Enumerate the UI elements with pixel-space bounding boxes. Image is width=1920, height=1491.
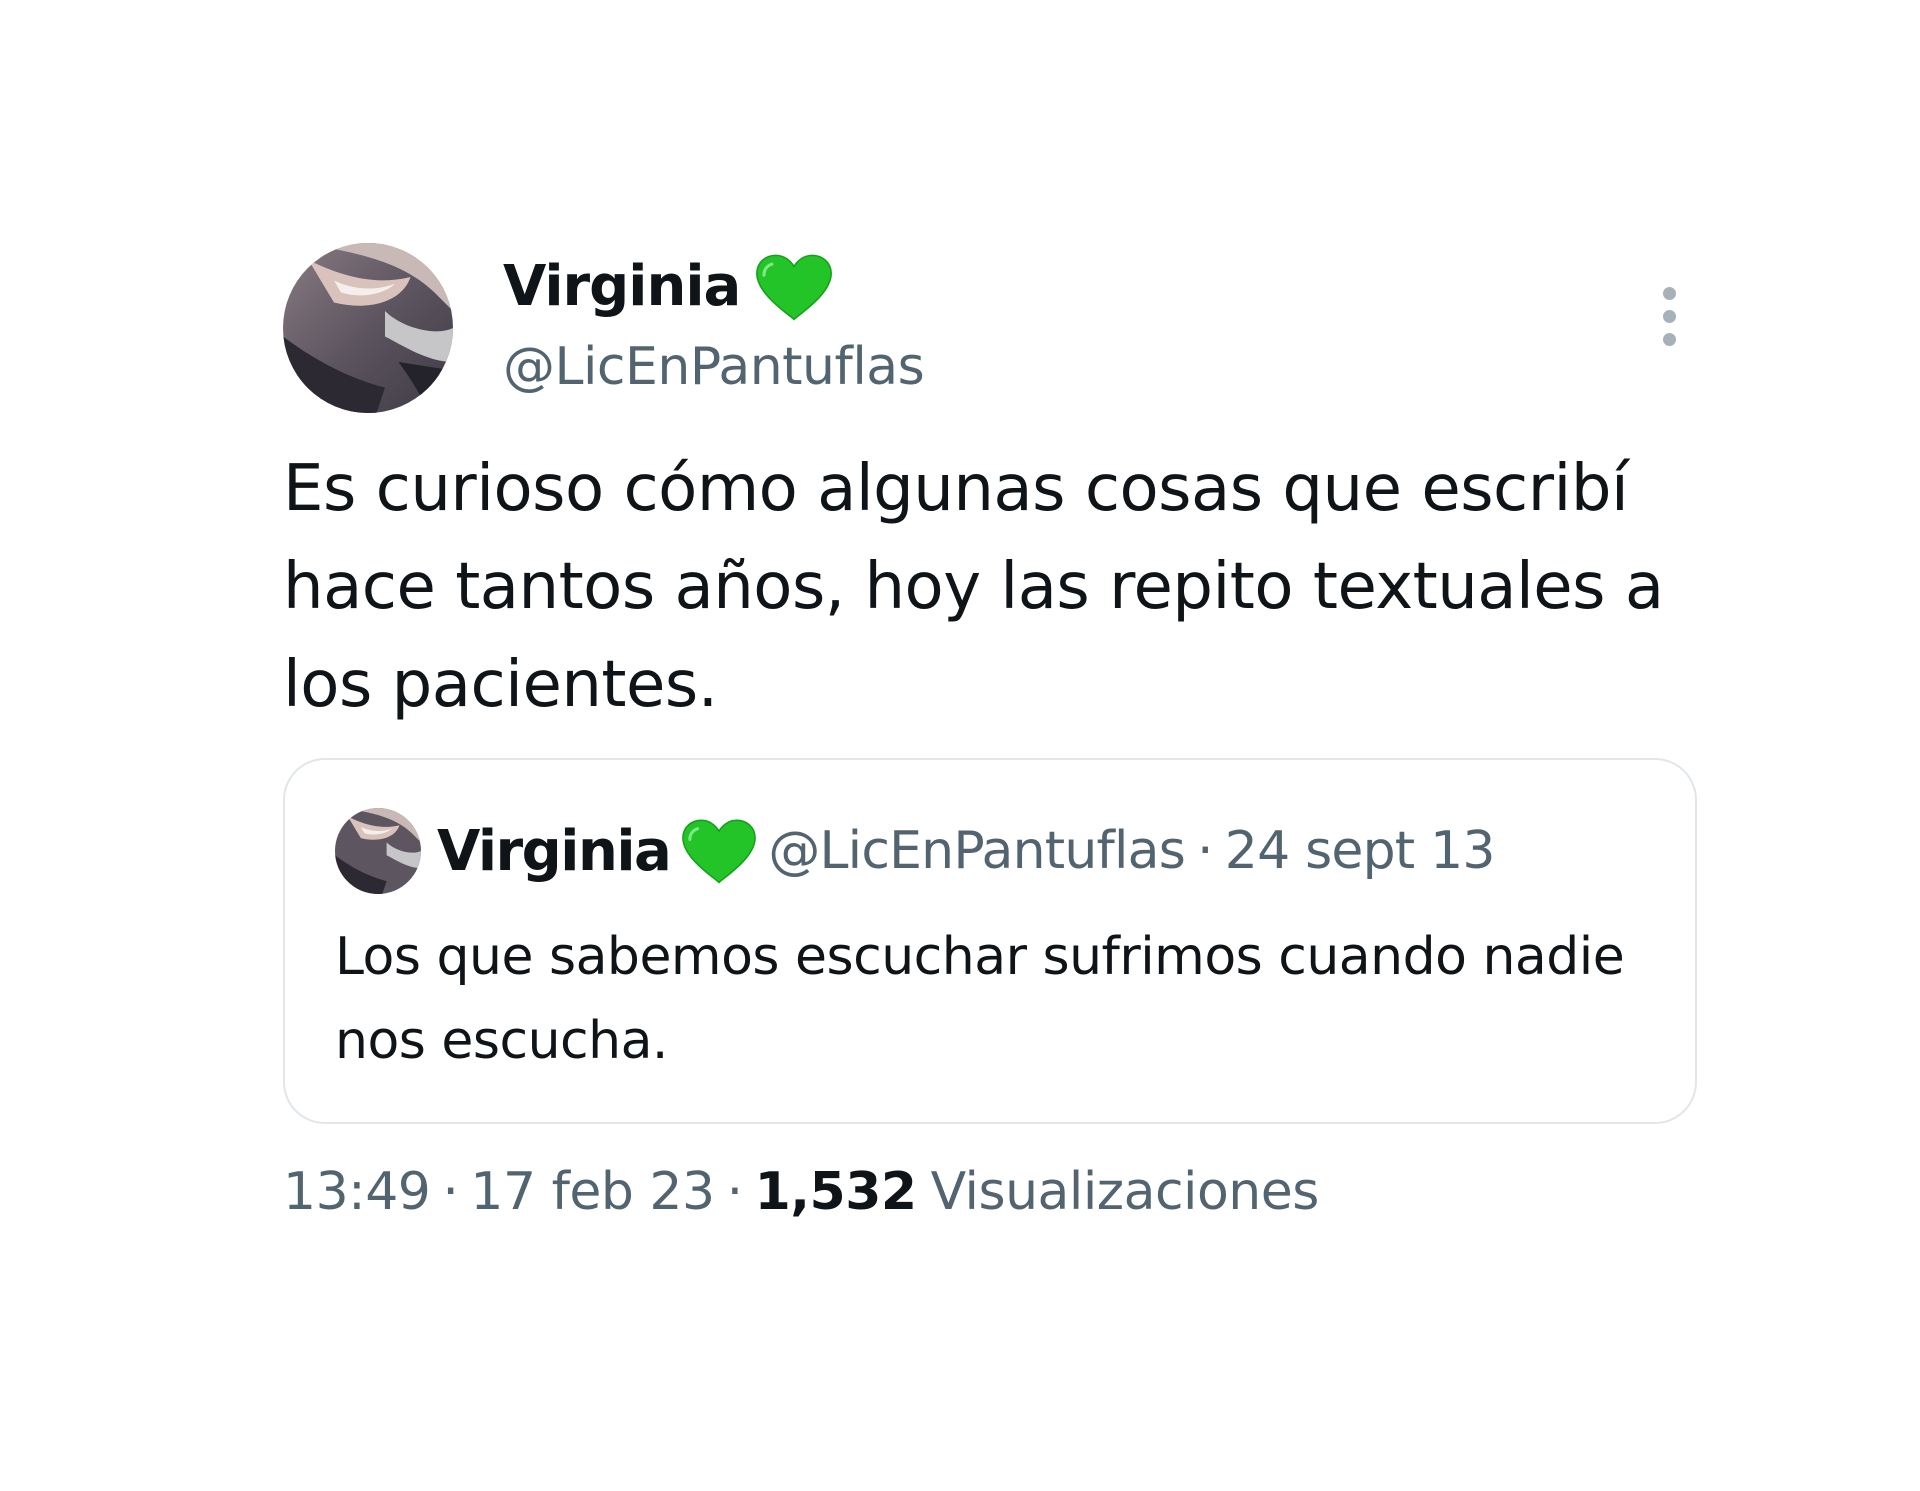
tweet-time[interactable]: 13:49 — [283, 1162, 431, 1222]
avatar[interactable] — [283, 243, 453, 413]
tweet: Virginia @LicEnPantuflas Es curioso cómo… — [283, 243, 1703, 1222]
views-count[interactable]: 1,532 — [755, 1162, 917, 1222]
author-display-name[interactable]: Virginia — [503, 253, 741, 321]
quoted-avatar-image — [335, 808, 421, 894]
green-heart-icon — [682, 819, 757, 884]
tweet-header: Virginia @LicEnPantuflas — [283, 243, 1703, 418]
views-label[interactable]: Visualizaciones — [931, 1162, 1320, 1222]
green-heart-icon — [756, 254, 833, 321]
quoted-avatar — [335, 808, 421, 894]
separator-dot: · — [1197, 821, 1214, 881]
tweet-date[interactable]: 17 feb 23 — [470, 1162, 715, 1222]
tweet-text: Es curioso cómo algunas cosas que escrib… — [283, 452, 1664, 722]
tweet-meta: 13:49 · 17 feb 23 · 1,532 Visualizaciones — [283, 1162, 1703, 1222]
separator-dot: · — [442, 1162, 459, 1222]
separator-dot: · — [726, 1162, 744, 1222]
quoted-author-display-name: Virginia — [437, 818, 672, 884]
quoted-tweet-text: Los que sabemos escuchar sufrimos cuando… — [335, 927, 1625, 1071]
quoted-tweet-card[interactable]: Virginia @LicEnPantuflas · 24 sept 13 Lo… — [283, 758, 1697, 1124]
quoted-tweet-header: Virginia @LicEnPantuflas · 24 sept 13 — [335, 808, 1495, 894]
avatar-image — [283, 243, 453, 413]
author-name-row: Virginia — [503, 253, 834, 321]
quoted-author-handle: @LicEnPantuflas — [768, 821, 1186, 881]
quoted-tweet-date: 24 sept 13 — [1224, 821, 1496, 881]
author-handle[interactable]: @LicEnPantuflas — [503, 335, 925, 399]
more-vertical-icon[interactable] — [1657, 287, 1681, 353]
